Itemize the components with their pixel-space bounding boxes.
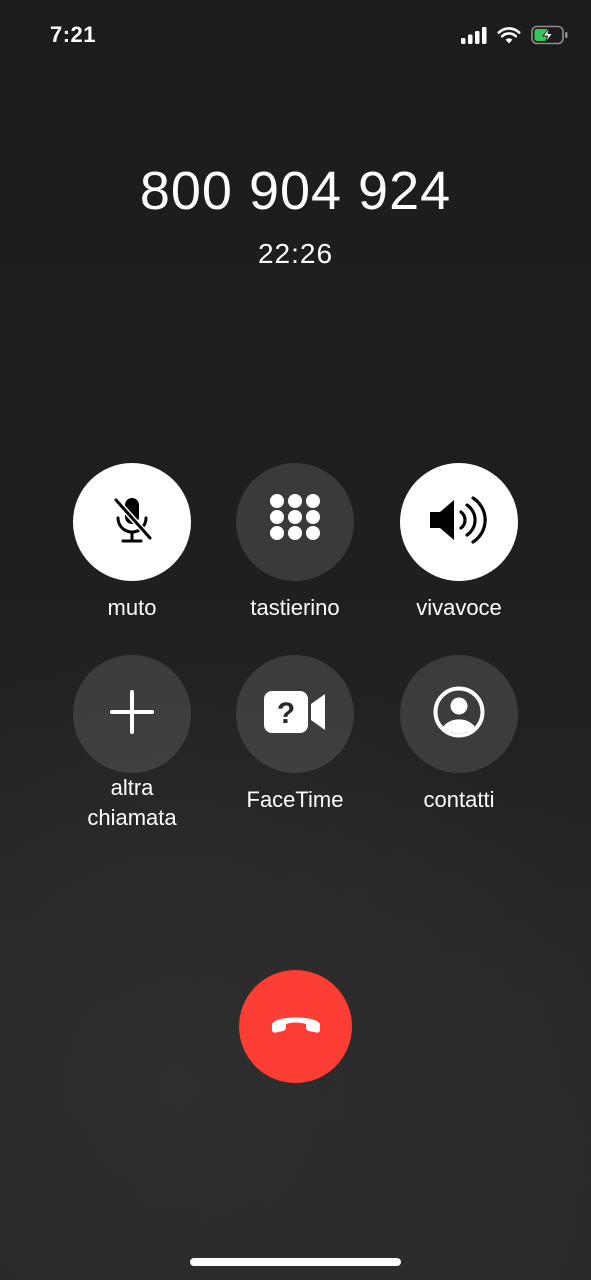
speaker-button[interactable]: vivavoce (379, 463, 539, 623)
add-call-label: altra chiamata (87, 775, 177, 830)
mute-button[interactable]: muto (52, 463, 212, 623)
facetime-label: FaceTime (246, 787, 344, 812)
status-bar: 7:21 (0, 0, 591, 72)
caller-number: 800 904 924 (139, 161, 452, 221)
status-time: 7:21 (50, 22, 97, 47)
mute-label: muto (107, 595, 157, 620)
person-circle-icon (432, 685, 486, 744)
speaker-circle[interactable] (400, 463, 518, 581)
home-indicator[interactable] (190, 1258, 401, 1266)
call-duration: 22:26 (257, 238, 334, 269)
keypad-button[interactable]: tastierino (215, 463, 375, 623)
add-call-circle[interactable] (73, 655, 191, 773)
add-call-button[interactable]: altra chiamata (52, 655, 212, 833)
contacts-circle[interactable] (400, 655, 518, 773)
keypad-circle[interactable] (236, 463, 354, 581)
svg-text:?: ? (277, 697, 295, 730)
facetime-button[interactable]: ? FaceTime (215, 655, 375, 815)
mute-circle[interactable] (73, 463, 191, 581)
contacts-button[interactable]: contatti (379, 655, 539, 815)
wifi-icon (497, 26, 521, 49)
cellular-signal-icon (461, 26, 487, 49)
mic-slash-icon (104, 492, 160, 553)
contacts-label: contatti (423, 787, 495, 812)
facetime-circle[interactable]: ? (236, 655, 354, 773)
status-icons (461, 24, 569, 50)
keypad-label: tastierino (250, 595, 340, 620)
end-call-button[interactable] (239, 970, 352, 1083)
speaker-wave-icon (428, 494, 490, 551)
battery-charging-icon (531, 25, 569, 50)
facetime-question-icon: ? (262, 689, 328, 740)
plus-icon (108, 688, 156, 741)
speaker-label: vivavoce (416, 595, 502, 620)
phone-down-icon (268, 1009, 324, 1044)
keypad-icon (267, 492, 323, 553)
